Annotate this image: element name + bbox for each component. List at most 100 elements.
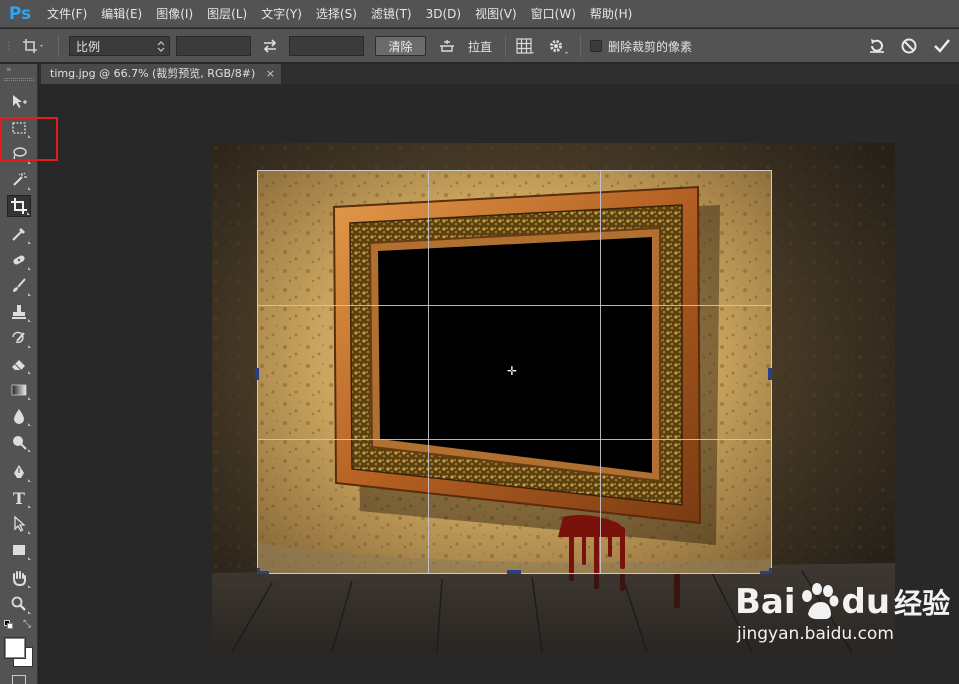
crop-grid-line (258, 305, 771, 306)
zoom-icon (11, 596, 26, 611)
crop-tool-highlight (0, 117, 58, 161)
default-colors-icon[interactable] (4, 620, 16, 630)
menu-bar: Ps 文件(F) 编辑(E) 图像(I) 图层(L) 文字(Y) 选择(S) 滤… (0, 0, 959, 28)
rectangle-tool[interactable] (7, 539, 31, 561)
options-bar: ⋮ 比例 清除 拉直 删除裁剪的像素 (0, 29, 959, 63)
foreground-color-swatch[interactable] (4, 637, 26, 659)
cancel-crop-button[interactable] (900, 29, 920, 63)
type-tool[interactable]: T (7, 487, 31, 509)
brush-tool[interactable] (7, 275, 31, 297)
watermark-logo-text: Bai (735, 582, 796, 622)
eyedropper-icon (12, 228, 25, 241)
menu-edit[interactable]: 编辑(E) (94, 0, 149, 28)
overlay-options-button[interactable] (515, 29, 537, 63)
swap-colors-icon[interactable]: ⤡ (23, 619, 31, 630)
clear-button[interactable]: 清除 (375, 36, 426, 56)
cancel-icon (901, 38, 917, 54)
pen-tool[interactable] (7, 461, 31, 483)
delete-cropped-pixels-label[interactable]: 删除裁剪的像素 (608, 29, 698, 63)
clone-stamp-tool[interactable] (7, 301, 31, 323)
crop-preset-icon (23, 39, 43, 53)
eraser-tool[interactable] (7, 353, 31, 375)
crop-grid-line (428, 171, 429, 573)
crop-handle-right[interactable] (768, 368, 772, 380)
straighten-label[interactable]: 拉直 (468, 29, 498, 63)
tool-preset-picker[interactable] (20, 29, 46, 63)
crop-icon (11, 198, 27, 214)
watermark-logo: Bai du 经验 (735, 582, 950, 622)
crop-settings-button[interactable] (547, 29, 571, 63)
photoshop-logo: Ps (8, 3, 32, 24)
menu-type[interactable]: 文字(Y) (254, 0, 309, 28)
select-arrows-icon (157, 41, 165, 52)
separator (505, 35, 506, 57)
blur-tool[interactable] (7, 405, 31, 427)
watermark-logo-text: 经验 (894, 587, 951, 620)
droplet-icon (14, 409, 24, 424)
crop-handle-bottom-left[interactable] (257, 568, 269, 574)
crop-grid-line (600, 171, 601, 573)
crop-ratio-select[interactable]: 比例 (69, 36, 170, 56)
path-selection-tool[interactable] (7, 513, 31, 535)
document-tab[interactable]: timg.jpg @ 66.7% (裁剪预览, RGB/8#) × (41, 64, 282, 84)
menu-file[interactable]: 文件(F) (40, 0, 94, 28)
dodge-tool[interactable] (7, 431, 31, 453)
crop-height-field[interactable] (289, 36, 364, 56)
bandage-icon (13, 255, 25, 265)
crop-width-field[interactable] (176, 36, 251, 56)
pen-icon (14, 465, 24, 478)
hand-tool[interactable] (7, 567, 31, 589)
swap-dimensions-button[interactable] (259, 29, 281, 63)
options-bar-grip-icon: ⋮ (4, 40, 14, 52)
crop-center-crosshair-icon: ✛ (507, 364, 518, 378)
crop-handle-bottom-right[interactable] (760, 568, 772, 574)
quick-selection-tool[interactable] (7, 169, 31, 191)
type-icon: T (13, 488, 25, 508)
menu-filter[interactable]: 滤镜(T) (364, 0, 419, 28)
crop-handle-bottom[interactable] (507, 570, 521, 574)
menu-help[interactable]: 帮助(H) (583, 0, 639, 28)
move-icon (13, 95, 27, 108)
dodge-icon (13, 436, 27, 450)
crop-handle-left[interactable] (255, 368, 259, 380)
stamp-icon (12, 305, 26, 319)
magic-wand-icon (13, 172, 27, 186)
gear-icon (550, 40, 568, 54)
collapse-panel-icon[interactable]: » (6, 65, 12, 75)
crop-bounding-box[interactable]: ✛ (257, 170, 772, 574)
crop-tool[interactable] (7, 195, 31, 217)
watermark-url: jingyan.baidu.com (737, 624, 894, 644)
menu-select[interactable]: 选择(S) (309, 0, 364, 28)
gradient-tool[interactable] (7, 379, 31, 401)
move-tool[interactable] (7, 91, 31, 113)
close-tab-icon[interactable]: × (266, 64, 275, 84)
checkmark-icon (934, 39, 950, 53)
history-brush-tool[interactable] (7, 327, 31, 349)
straighten-icon[interactable] (438, 29, 458, 63)
reset-icon (870, 39, 884, 53)
zoom-tool[interactable] (7, 593, 31, 615)
healing-brush-tool[interactable] (7, 249, 31, 271)
history-brush-icon (12, 331, 25, 344)
delete-cropped-pixels-checkbox[interactable] (590, 40, 602, 52)
menu-layer[interactable]: 图层(L) (200, 0, 254, 28)
reset-crop-button[interactable] (867, 29, 889, 63)
paw-icon (801, 583, 839, 620)
menu-image[interactable]: 图像(I) (149, 0, 200, 28)
quick-mask-icon[interactable] (12, 675, 26, 684)
document-tab-bar: timg.jpg @ 66.7% (裁剪预览, RGB/8#) × (39, 64, 959, 84)
hand-icon (13, 571, 26, 587)
eyedropper-tool[interactable] (7, 223, 31, 245)
separator (580, 35, 581, 57)
document-tab-title: timg.jpg @ 66.7% (裁剪预览, RGB/8#) (50, 67, 256, 80)
baidu-jingyan-watermark: Bai du 经验 jingyan.baidu.com (735, 582, 950, 644)
grid-overlay-icon (516, 38, 534, 54)
swap-arrows-icon (263, 39, 277, 53)
menu-view[interactable]: 视图(V) (468, 0, 524, 28)
menu-3d[interactable]: 3D(D) (419, 0, 468, 28)
menu-window[interactable]: 窗口(W) (524, 0, 583, 28)
crop-ratio-value: 比例 (76, 39, 101, 54)
commit-crop-button[interactable] (933, 29, 955, 63)
brush-icon (13, 278, 26, 292)
watermark-logo-text: du (841, 582, 891, 622)
